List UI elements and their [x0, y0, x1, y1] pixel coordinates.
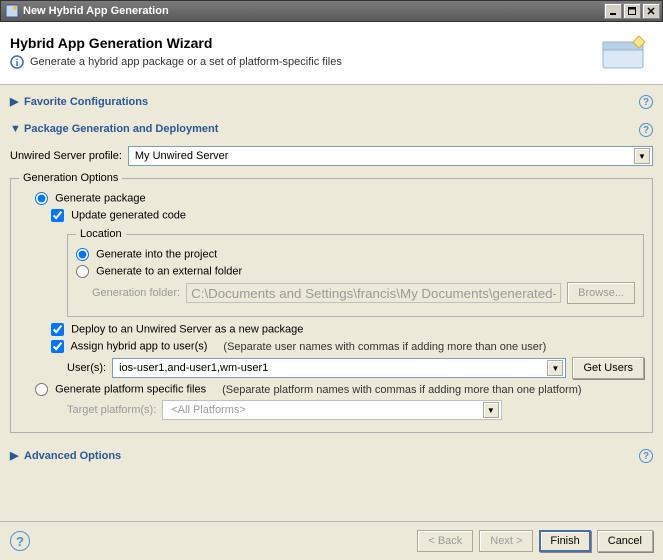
- section-advanced-options[interactable]: ▶ Advanced Options: [10, 445, 653, 467]
- info-icon: i: [10, 55, 24, 69]
- users-combo[interactable]: ▼: [112, 358, 566, 378]
- back-button: < Back: [417, 530, 473, 552]
- target-platforms-combo: ▼: [162, 400, 502, 420]
- target-platforms-input: [167, 402, 483, 418]
- cancel-button[interactable]: Cancel: [597, 530, 653, 552]
- generate-into-project-radio[interactable]: Generate into the project: [76, 248, 217, 261]
- browse-button: Browse...: [567, 282, 635, 304]
- platform-hint: (Separate platform names with commas if …: [222, 384, 582, 396]
- assign-hint: (Separate user names with commas if addi…: [223, 341, 546, 353]
- section-title: Favorite Configurations: [24, 96, 148, 108]
- help-button[interactable]: ?: [10, 531, 30, 551]
- unwired-server-profile-input[interactable]: [133, 149, 634, 163]
- chevron-down-icon[interactable]: ▼: [634, 148, 650, 164]
- users-input[interactable]: [117, 361, 547, 375]
- chevron-down-icon: ▼: [483, 402, 499, 418]
- banner-image: [597, 30, 653, 74]
- generation-folder-input: [186, 283, 561, 303]
- window-title: New Hybrid App Generation: [23, 5, 604, 17]
- help-icon[interactable]: ?: [639, 449, 653, 463]
- generation-folder-label: Generation folder:: [92, 287, 180, 299]
- generation-options-group: Generation Options Generate package Upda…: [10, 172, 653, 433]
- section-package-generation[interactable]: ▼ Package Generation and Deployment: [10, 119, 653, 140]
- section-favorite-configurations[interactable]: ▶ Favorite Configurations: [10, 91, 653, 113]
- next-button: Next >: [479, 530, 533, 552]
- wizard-footer: ? < Back Next > Finish Cancel: [0, 521, 663, 560]
- chevron-down-icon[interactable]: ▼: [547, 360, 563, 376]
- target-platforms-label: Target platform(s):: [67, 404, 156, 416]
- generate-external-folder-radio[interactable]: Generate to an external folder: [76, 265, 242, 278]
- close-button[interactable]: [642, 3, 660, 19]
- finish-button[interactable]: Finish: [539, 530, 590, 552]
- users-label: User(s):: [67, 362, 106, 374]
- deploy-new-package-checkbox[interactable]: Deploy to an Unwired Server as a new pac…: [51, 323, 303, 336]
- wizard-banner: Hybrid App Generation Wizard i Generate …: [0, 22, 663, 85]
- banner-title: Hybrid App Generation Wizard: [10, 35, 597, 51]
- chevron-down-icon: ▼: [10, 123, 20, 135]
- assign-hybrid-app-checkbox[interactable]: Assign hybrid app to user(s): [51, 340, 207, 353]
- chevron-right-icon: ▶: [10, 95, 20, 108]
- app-icon: [5, 4, 19, 18]
- maximize-button[interactable]: [623, 3, 641, 19]
- titlebar: New Hybrid App Generation: [0, 0, 663, 22]
- section-title: Advanced Options: [24, 450, 121, 462]
- get-users-button[interactable]: Get Users: [572, 357, 644, 379]
- unwired-server-profile-combo[interactable]: ▼: [128, 146, 653, 166]
- help-icon[interactable]: ?: [639, 123, 653, 137]
- update-generated-code-checkbox[interactable]: Update generated code: [51, 209, 186, 222]
- svg-text:i: i: [16, 58, 19, 69]
- generate-platform-specific-radio[interactable]: Generate platform specific files: [35, 383, 206, 396]
- minimize-button[interactable]: [604, 3, 622, 19]
- generation-options-legend: Generation Options: [19, 172, 122, 184]
- chevron-right-icon: ▶: [10, 449, 20, 462]
- section-title: Package Generation and Deployment: [24, 123, 218, 135]
- location-legend: Location: [76, 228, 126, 240]
- generate-package-radio[interactable]: Generate package: [35, 192, 146, 205]
- help-icon[interactable]: ?: [639, 95, 653, 109]
- banner-description: Generate a hybrid app package or a set o…: [30, 56, 342, 68]
- profile-label: Unwired Server profile:: [10, 150, 122, 162]
- location-group: Location Generate into the project Gener…: [67, 228, 644, 317]
